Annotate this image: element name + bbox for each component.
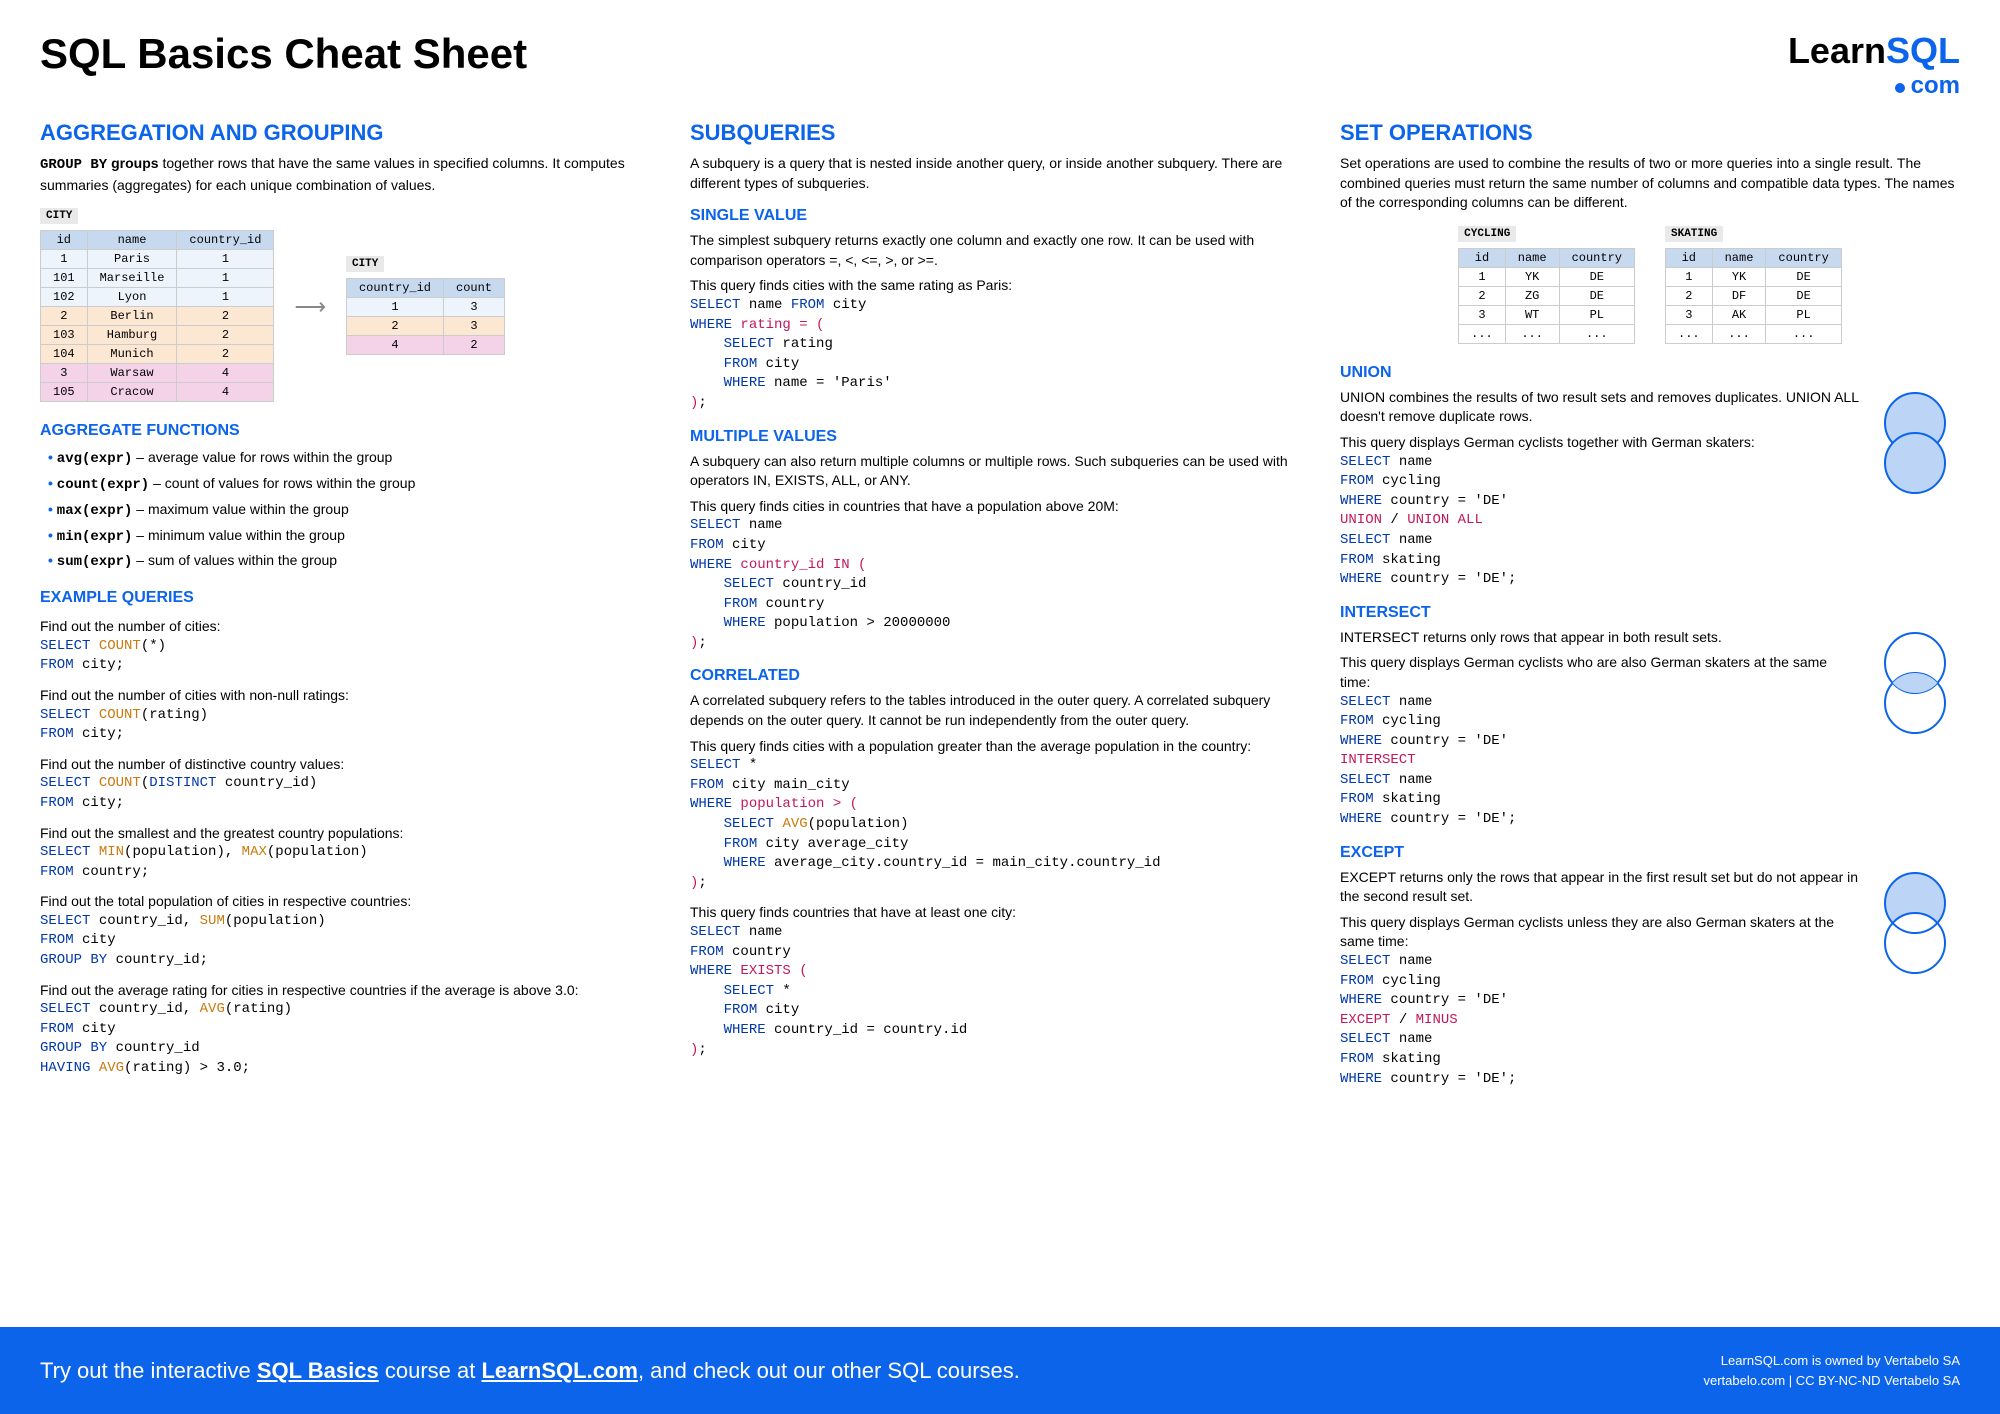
tables-row: CITY idnamecountry_id1Paris1101Marseille… bbox=[40, 205, 660, 408]
code-block: SELECT name FROM cycling WHERE country =… bbox=[1340, 453, 1960, 590]
subsection-heading: UNION bbox=[1340, 364, 1960, 382]
subsection-heading: CORRELATED bbox=[690, 667, 1310, 685]
venn-intersect-icon bbox=[1870, 628, 1960, 738]
code-block: SELECT name FROM cycling WHERE country =… bbox=[1340, 952, 1960, 1089]
aggregate-functions-list: avg(expr) – average value for rows withi… bbox=[40, 446, 660, 575]
arrow-icon: ⟶ bbox=[294, 294, 326, 320]
body-text: A correlated subquery refers to the tabl… bbox=[690, 691, 1310, 730]
logo-dot-icon bbox=[1895, 83, 1905, 93]
body-text: This query displays German cyclists who … bbox=[1340, 653, 1960, 692]
header: SQL Basics Cheat Sheet LearnSQL com bbox=[0, 0, 2000, 120]
example-queries: Find out the number of cities:SELECT COU… bbox=[40, 617, 660, 1078]
column-set-operations: SET OPERATIONS Set operations are used t… bbox=[1340, 120, 1960, 1307]
footer-link[interactable]: SQL Basics bbox=[257, 1358, 379, 1383]
footer-text-part: course at bbox=[379, 1358, 482, 1383]
table-label: CYCLING bbox=[1458, 226, 1516, 242]
table-label: CITY bbox=[346, 256, 384, 272]
body-text: This query displays German cyclists unle… bbox=[1340, 913, 1960, 952]
logo: LearnSQL com bbox=[1788, 30, 1960, 100]
footer-text: Try out the interactive SQL Basics cours… bbox=[40, 1358, 1020, 1384]
venn-except-icon bbox=[1870, 868, 1960, 978]
table-label: CITY bbox=[40, 208, 78, 224]
intro-text: GROUP BY groups together rows that have … bbox=[40, 154, 660, 195]
table-label: SKATING bbox=[1665, 226, 1723, 242]
body-text: UNION combines the results of two result… bbox=[1340, 388, 1960, 427]
footer-license: vertabelo.com | CC BY-NC-ND Vertabelo SA bbox=[1704, 1371, 1961, 1391]
cycling-table: idnamecountry1YKDE2ZGDE3WTPL......... bbox=[1458, 248, 1635, 344]
column-aggregation: AGGREGATION AND GROUPING GROUP BY groups… bbox=[40, 120, 660, 1307]
tables-row: CYCLING idnamecountry1YKDE2ZGDE3WTPL....… bbox=[1340, 223, 1960, 350]
subsection-heading: AGGREGATE FUNCTIONS bbox=[40, 422, 660, 440]
code-block: SELECT name FROM city WHERE rating = ( S… bbox=[690, 296, 1310, 414]
code-block: SELECT * FROM city main_city WHERE popul… bbox=[690, 756, 1310, 893]
city-grouped-table: country_idcount132342 bbox=[346, 278, 505, 355]
code-block: SELECT name FROM cycling WHERE country =… bbox=[1340, 693, 1960, 830]
page-title: SQL Basics Cheat Sheet bbox=[40, 30, 527, 78]
body-text: EXCEPT returns only the rows that appear… bbox=[1340, 868, 1960, 907]
code-block: SELECT name FROM city WHERE country_id I… bbox=[690, 516, 1310, 653]
footer-text-part: Try out the interactive bbox=[40, 1358, 257, 1383]
body-text: INTERSECT returns only rows that appear … bbox=[1340, 628, 1960, 648]
intro-text: Set operations are used to combine the r… bbox=[1340, 154, 1960, 213]
subsection-heading: MULTIPLE VALUES bbox=[690, 428, 1310, 446]
column-subqueries: SUBQUERIES A subquery is a query that is… bbox=[690, 120, 1310, 1307]
footer: Try out the interactive SQL Basics cours… bbox=[0, 1327, 2000, 1414]
logo-sql: SQL bbox=[1886, 30, 1960, 71]
intro-text: A subquery is a query that is nested ins… bbox=[690, 154, 1310, 193]
subsection-heading: SINGLE VALUE bbox=[690, 207, 1310, 225]
body-text: A subquery can also return multiple colu… bbox=[690, 452, 1310, 491]
body-text: The simplest subquery returns exactly on… bbox=[690, 231, 1310, 270]
logo-learn: Learn bbox=[1788, 30, 1886, 71]
subsection-heading: EXAMPLE QUERIES bbox=[40, 589, 660, 607]
footer-text-part: , and check out our other SQL courses. bbox=[638, 1358, 1020, 1383]
city-table: idnamecountry_id1Paris1101Marseille1102L… bbox=[40, 230, 274, 402]
section-heading: AGGREGATION AND GROUPING bbox=[40, 120, 660, 146]
body-text: This query displays German cyclists toge… bbox=[1340, 433, 1960, 453]
section-heading: SET OPERATIONS bbox=[1340, 120, 1960, 146]
footer-link[interactable]: LearnSQL.com bbox=[481, 1358, 637, 1383]
body-text: This query finds cities with a populatio… bbox=[690, 737, 1310, 757]
footer-credits: LearnSQL.com is owned by Vertabelo SA ve… bbox=[1704, 1351, 1961, 1390]
subsection-heading: EXCEPT bbox=[1340, 844, 1960, 862]
subsection-heading: INTERSECT bbox=[1340, 604, 1960, 622]
skating-table: idnamecountry1YKDE2DFDE3AKPL......... bbox=[1665, 248, 1842, 344]
body-text: This query finds cities in countries tha… bbox=[690, 497, 1310, 517]
body-text: This query finds countries that have at … bbox=[690, 903, 1310, 923]
code-block: SELECT name FROM country WHERE EXISTS ( … bbox=[690, 923, 1310, 1060]
section-heading: SUBQUERIES bbox=[690, 120, 1310, 146]
footer-owner: LearnSQL.com is owned by Vertabelo SA bbox=[1704, 1351, 1961, 1371]
logo-com: com bbox=[1911, 72, 1960, 99]
body-text: This query finds cities with the same ra… bbox=[690, 276, 1310, 296]
venn-union-icon bbox=[1870, 388, 1960, 498]
